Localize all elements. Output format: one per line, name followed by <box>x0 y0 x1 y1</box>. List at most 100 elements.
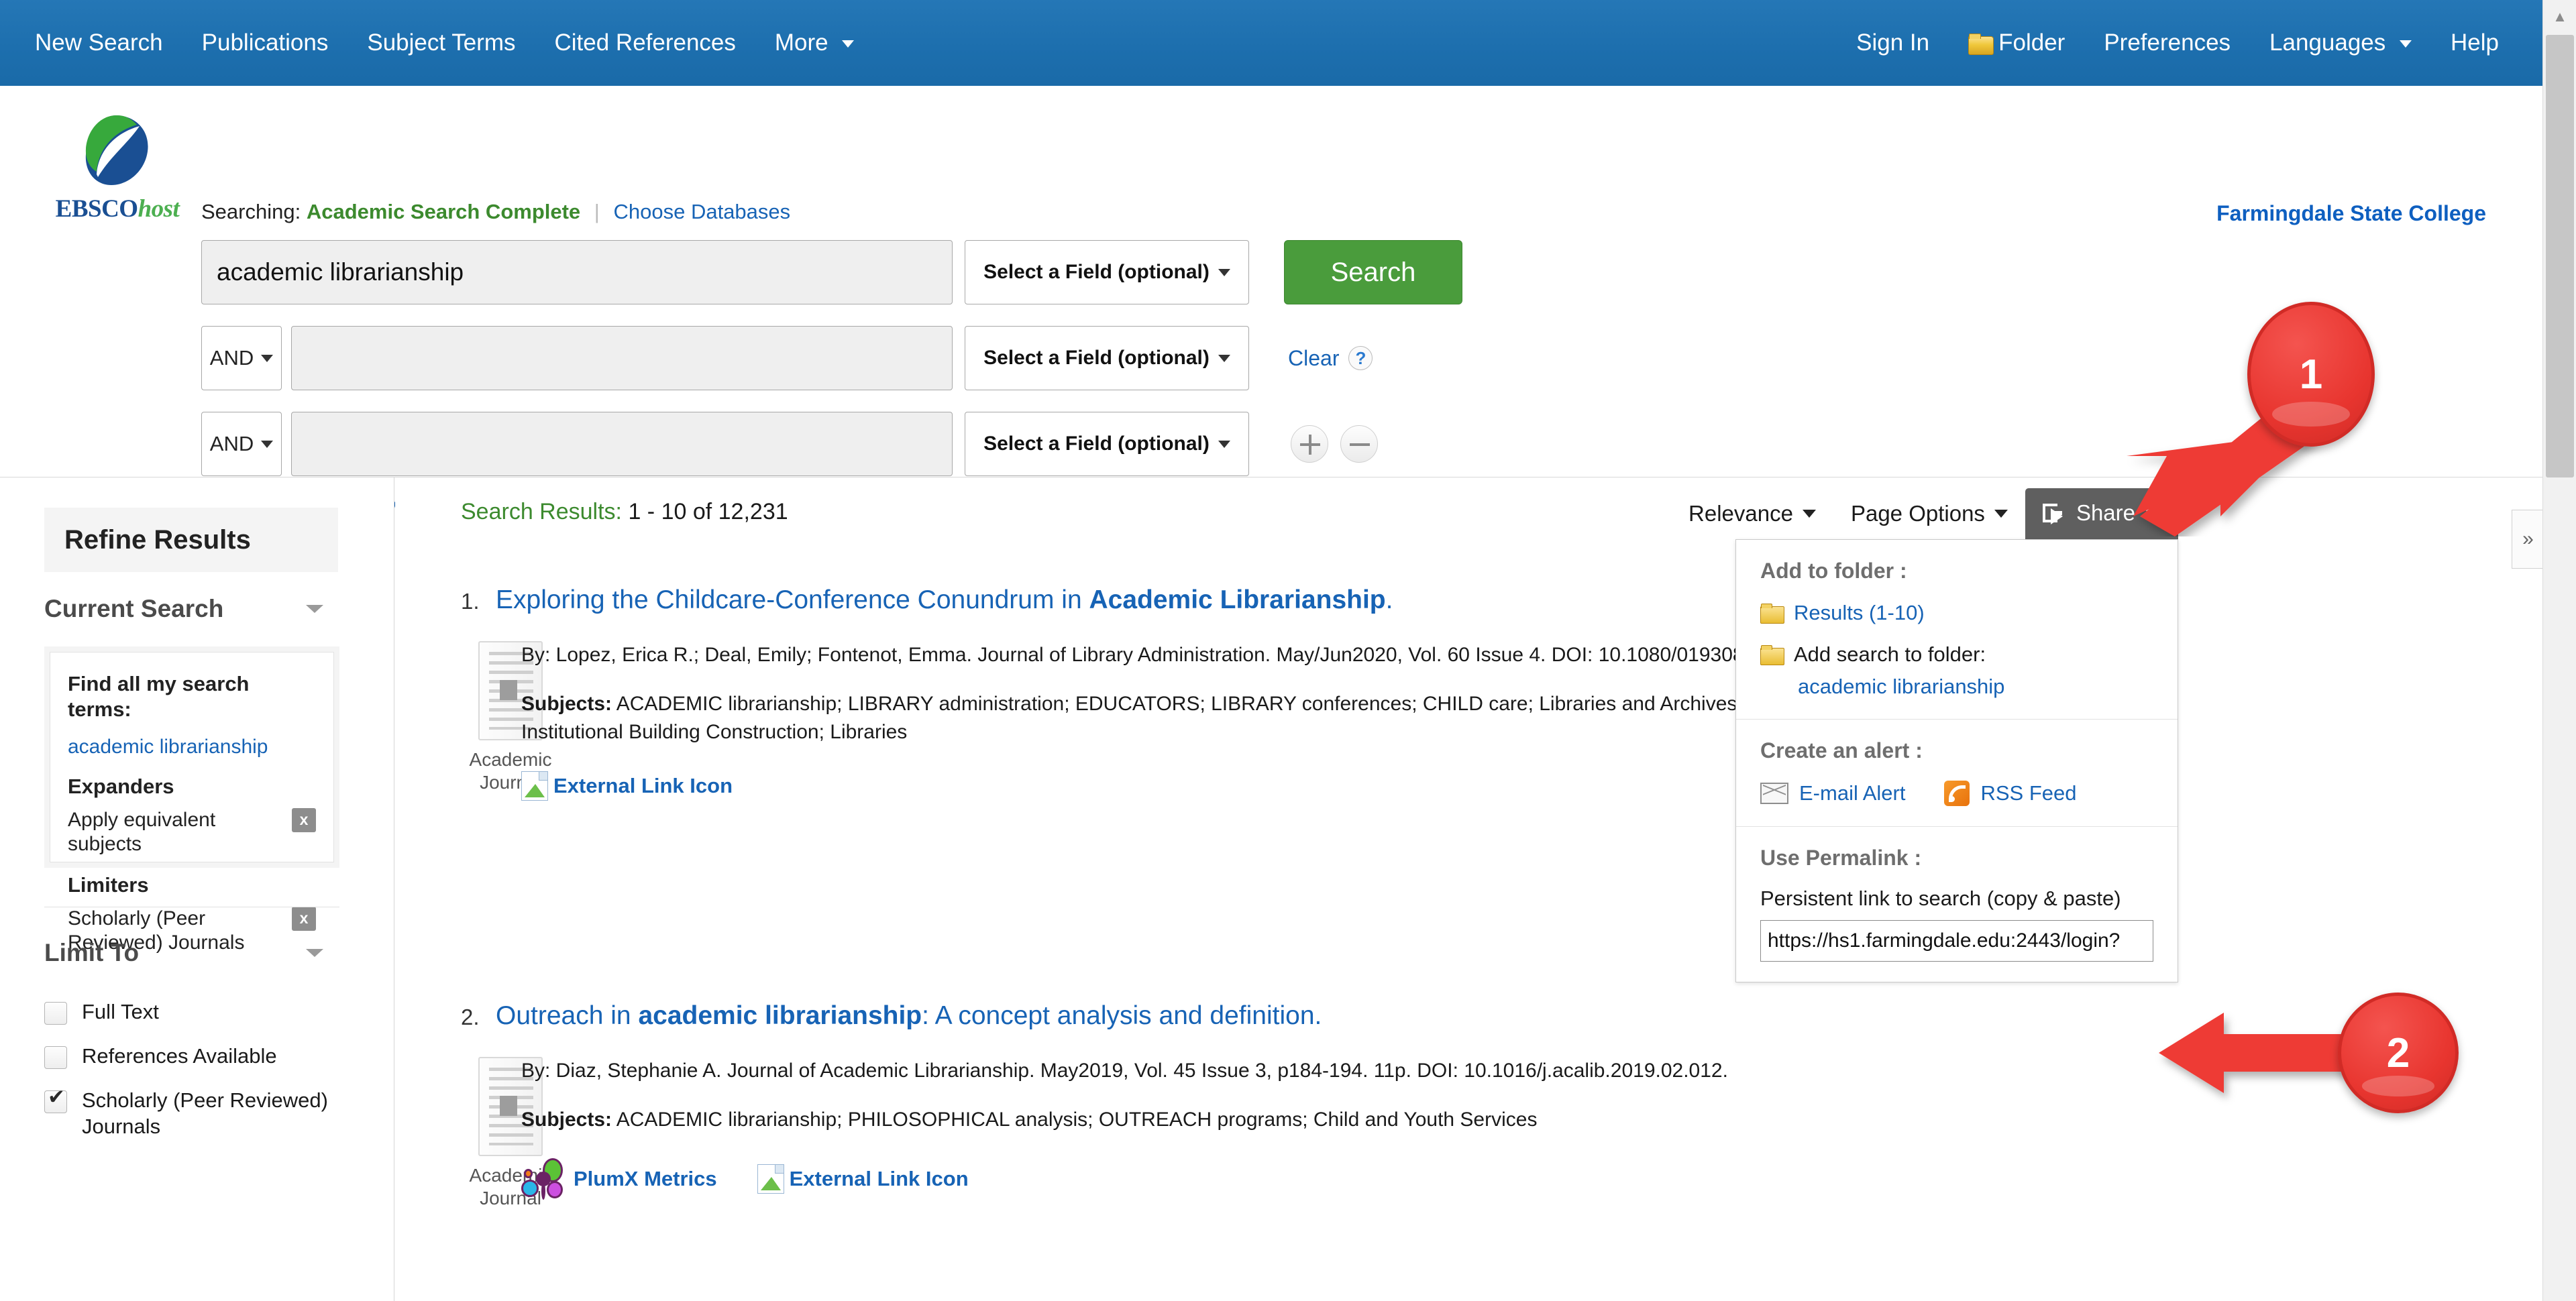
help-icon[interactable]: ? <box>1348 346 1373 370</box>
search-row-1: academic librarianship Select a Field (o… <box>201 240 1462 304</box>
field-select-2[interactable]: Select a Field (optional) <box>965 326 1249 390</box>
result-title-part-2: : A concept analysis and definition. <box>922 1001 1322 1030</box>
ebscohost-wordmark: EBSCOhost <box>37 194 198 223</box>
chevron-down-icon <box>261 441 273 448</box>
remove-limiter-button[interactable]: x <box>292 907 316 931</box>
limiters-label: Limiters <box>68 873 316 897</box>
email-alert-link[interactable]: E-mail Alert <box>1760 781 1905 805</box>
nav-label: New Search <box>35 30 163 56</box>
nav-item-publications[interactable]: Publications <box>182 0 348 86</box>
nav-item-more[interactable]: More <box>755 0 873 86</box>
envelope-icon <box>1760 783 1788 804</box>
add-search-term-link[interactable]: academic librarianship <box>1798 675 2153 699</box>
rss-feed-link[interactable]: RSS Feed <box>1944 781 2076 806</box>
limit-option-references-available[interactable]: References Available <box>44 1043 277 1070</box>
chevron-down-icon <box>2400 40 2412 48</box>
folder-icon <box>1760 645 1783 664</box>
plumx-icon <box>521 1158 568 1200</box>
field-select-1[interactable]: Select a Field (optional) <box>965 240 1249 304</box>
vertical-scrollbar[interactable]: ▲ <box>2542 0 2576 1301</box>
add-row-button[interactable] <box>1291 425 1328 463</box>
current-search-box: Find all my search terms: academic libra… <box>50 652 334 862</box>
limit-option-full-text[interactable]: Full Text <box>44 999 159 1025</box>
scroll-up-arrow-icon[interactable]: ▲ <box>2543 0 2576 34</box>
result-number: 2. <box>461 1005 480 1030</box>
nav-item-languages[interactable]: Languages <box>2250 0 2431 86</box>
callout-annotation-2: 2 <box>2140 986 2489 1133</box>
result-title-highlight: academic librarianship <box>638 1001 922 1030</box>
external-link-label: External Link Icon <box>790 1167 969 1191</box>
permalink-input[interactable]: https://hs1.farmingdale.edu:2443/login? <box>1760 920 2153 962</box>
scholarly-checkbox[interactable] <box>44 1090 67 1113</box>
nav-item-preferences[interactable]: Preferences <box>2084 0 2250 86</box>
nav-item-subject-terms[interactable]: Subject Terms <box>347 0 535 86</box>
scrollbar-thumb[interactable] <box>2546 35 2574 477</box>
searching-label: Searching: <box>201 200 301 223</box>
results-count-range: 1 - 10 of 12,231 <box>628 499 788 524</box>
search-input-2[interactable] <box>291 326 953 390</box>
field-select-3[interactable]: Select a Field (optional) <box>965 412 1249 476</box>
choose-databases-link[interactable]: Choose Databases <box>613 200 790 223</box>
chevron-down-icon <box>1803 510 1816 518</box>
current-search-heading: Current Search <box>44 595 223 623</box>
boolean-operator-3-label: AND <box>210 432 254 456</box>
external-link-item[interactable]: External Link Icon <box>757 1164 969 1194</box>
add-results-to-folder-link[interactable]: Results (1-10) <box>1760 601 2153 625</box>
search-input-1-value: academic librarianship <box>217 258 464 286</box>
sort-by-relevance-dropdown[interactable]: Relevance <box>1671 490 1833 537</box>
create-alert-title: Create an alert : <box>1760 738 2153 763</box>
refine-results-title: Refine Results <box>44 508 338 572</box>
chevron-down-icon <box>1218 441 1230 448</box>
brand-secondary: host <box>138 195 180 223</box>
boolean-operator-3[interactable]: AND <box>201 412 282 476</box>
limit-option-scholarly[interactable]: Scholarly (Peer Reviewed) Journals <box>44 1088 330 1140</box>
sort-label: Relevance <box>1688 501 1793 526</box>
remove-row-button[interactable] <box>1340 425 1378 463</box>
limit-to-heading: Limit To <box>44 939 139 967</box>
chevron-down-icon <box>261 355 273 362</box>
clear-button[interactable]: Clear <box>1288 346 1339 371</box>
result-title-highlight: Academic Librarianship <box>1089 585 1385 614</box>
current-search-panel: Find all my search terms: academic libra… <box>44 646 339 868</box>
plumx-metrics-label: PlumX Metrics <box>574 1167 717 1191</box>
search-input-3[interactable] <box>291 412 953 476</box>
plumx-metrics-item[interactable]: PlumX Metrics <box>521 1158 717 1200</box>
full-text-label: Full Text <box>82 999 159 1025</box>
expander-label: Apply equivalent subjects <box>68 808 269 857</box>
references-available-checkbox[interactable] <box>44 1046 67 1069</box>
boolean-operator-2[interactable]: AND <box>201 326 282 390</box>
institution-name[interactable]: Farmingdale State College <box>2216 201 2486 226</box>
nav-label: More <box>775 30 828 56</box>
full-text-checkbox[interactable] <box>44 1002 67 1025</box>
search-row-3: AND Select a Field (optional) <box>201 412 1378 476</box>
search-button[interactable]: Search <box>1284 240 1462 304</box>
remove-expander-button[interactable]: x <box>292 808 316 832</box>
ebscohost-logo[interactable]: EBSCOhost <box>37 113 198 223</box>
references-available-label: References Available <box>82 1043 277 1070</box>
result-title-part-1: Exploring the Childcare-Conference Conun… <box>496 585 1089 614</box>
subjects-value: ACADEMIC librarianship; PHILOSOPHICAL an… <box>616 1109 1538 1131</box>
chevron-down-icon <box>306 605 323 613</box>
search-row-2: AND Select a Field (optional) Clear ? <box>201 326 1373 390</box>
nav-item-sign-in[interactable]: Sign In <box>1837 0 1949 86</box>
current-search-term[interactable]: academic librarianship <box>68 736 316 758</box>
nav-label: Languages <box>2269 30 2385 56</box>
nav-item-cited-references[interactable]: Cited References <box>535 0 755 86</box>
result-title-link[interactable]: Outreach in academic librarianship: A co… <box>496 1001 2039 1032</box>
field-select-3-label: Select a Field (optional) <box>983 433 1210 455</box>
permalink-section: Use Permalink : Persistent link to searc… <box>1736 827 2178 982</box>
external-link-item[interactable]: External Link Icon <box>521 771 733 801</box>
nav-item-new-search[interactable]: New Search <box>35 0 182 86</box>
nav-item-help[interactable]: Help <box>2431 0 2518 86</box>
top-nav-left-group: New Search Publications Subject Terms Ci… <box>35 0 873 86</box>
limit-to-section-header[interactable]: Limit To <box>44 939 339 967</box>
expand-right-panel-button[interactable]: » <box>2512 510 2544 569</box>
current-search-section-header[interactable]: Current Search <box>44 595 339 623</box>
clear-group: Clear ? <box>1288 346 1373 371</box>
search-input-1[interactable]: academic librarianship <box>201 240 953 304</box>
alert-options-row: E-mail Alert RSS Feed <box>1760 781 2153 806</box>
add-search-to-folder-row[interactable]: Add search to folder: <box>1760 642 2153 667</box>
subjects-label: Subjects: <box>521 693 612 715</box>
page-options-dropdown[interactable]: Page Options <box>1833 490 2025 537</box>
nav-item-folder[interactable]: Folder <box>1949 0 2084 86</box>
